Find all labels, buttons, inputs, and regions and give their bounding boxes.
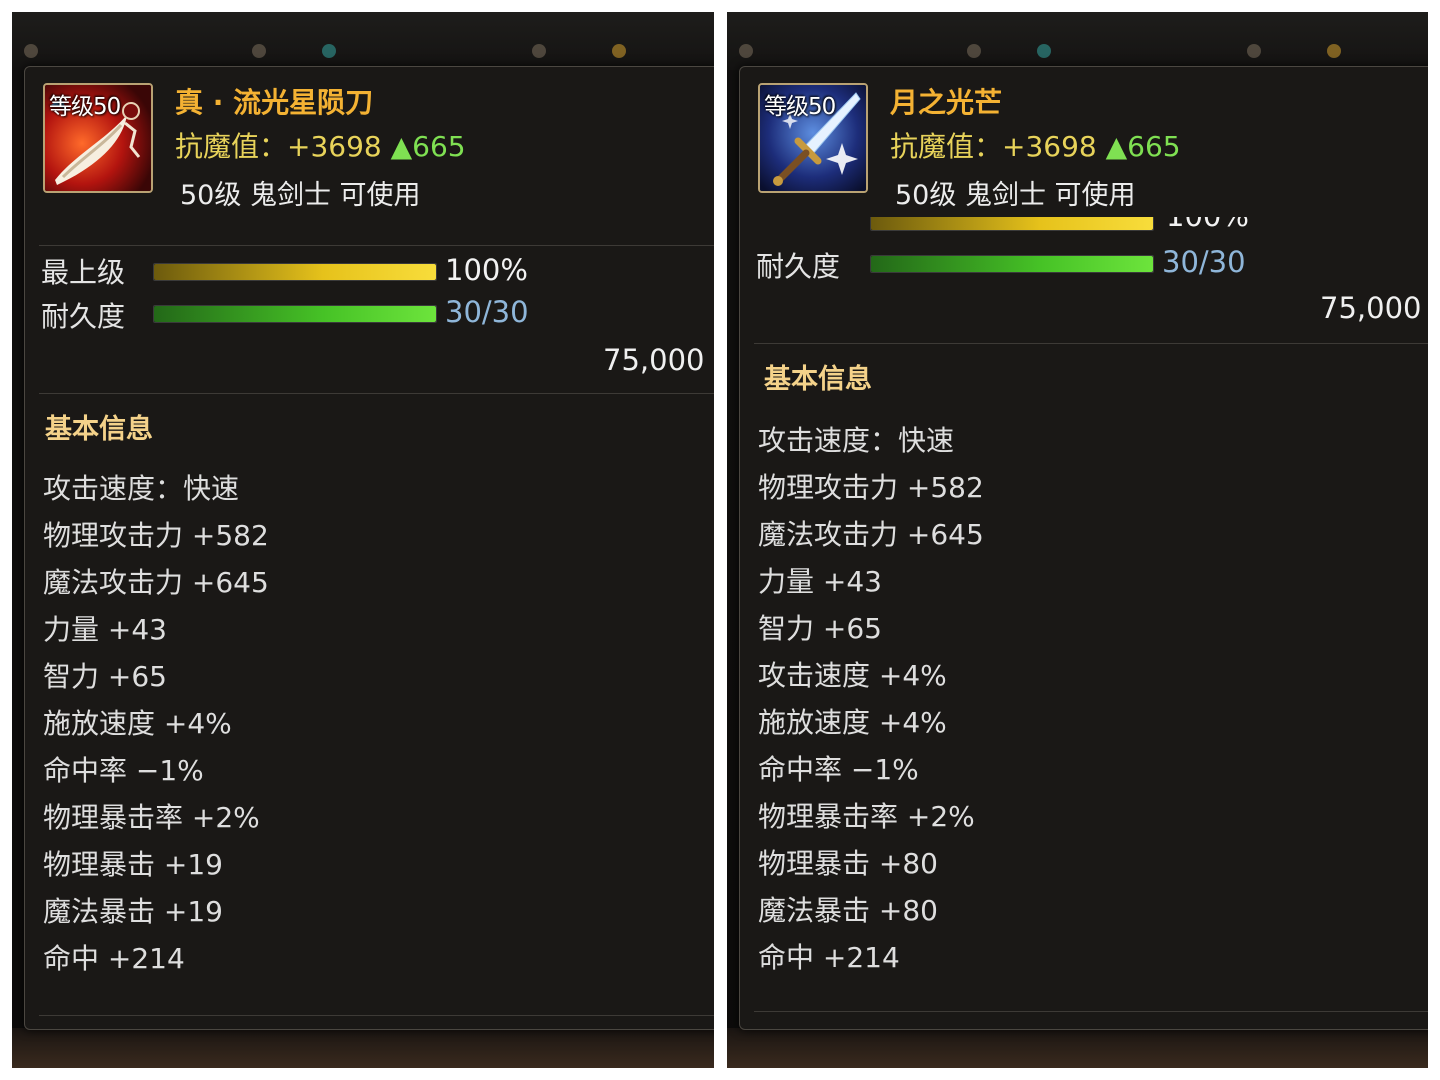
attribute-item: 攻击速度：快速: [43, 472, 240, 505]
price-value: 75,000: [1320, 291, 1422, 325]
divider: [754, 343, 1428, 344]
attribute-item: 攻击速度：快速: [758, 424, 955, 457]
durability-label: 耐久度: [756, 250, 841, 283]
divider: [754, 1011, 1428, 1012]
level-tag: 等级50: [764, 94, 836, 120]
grade-label: 最上级: [41, 256, 126, 289]
attribute-item: 魔法暴击 +80: [758, 894, 938, 927]
grade-value: 100%: [1166, 217, 1249, 231]
resist-increase: ▲665: [1105, 130, 1181, 163]
attribute-item: 物理暴击 +80: [758, 847, 938, 880]
attribute-item: 魔法攻击力 +645: [758, 518, 984, 551]
ornament-icon: [1327, 44, 1341, 58]
item-name: 真 · 流光星陨刀: [175, 86, 374, 119]
attribute-item: 命中 +214: [43, 942, 185, 975]
requirement-text: 50级 鬼剑士 可使用: [895, 180, 1136, 211]
attribute-item: 魔法攻击力 +645: [43, 566, 269, 599]
item-icon-frame[interactable]: 等级50: [43, 83, 153, 193]
attribute-list: 攻击速度：快速 物理攻击力 +582 魔法攻击力 +645 力量 +43 智力 …: [758, 417, 984, 981]
attribute-item: 物理暴击率 +2%: [43, 801, 260, 834]
item-tooltip: 等级50 真 · 流光星陨刀 抗魔值：+3698 ▲665 50级 鬼剑士 可使…: [24, 66, 714, 1030]
durability-label: 耐久度: [41, 300, 126, 333]
resist-stat: 抗魔值：+3698 ▲665: [890, 125, 1181, 165]
item-tooltip: 等级50 月之光芒 抗魔值：+3698 ▲665 50级 鬼剑士 可使用 100…: [739, 66, 1428, 1030]
item-name: 月之光芒: [890, 86, 1003, 119]
attribute-item: 物理暴击 +19: [43, 848, 223, 881]
price-value: 75,000: [603, 343, 705, 377]
attribute-item: 物理攻击力 +582: [43, 519, 269, 552]
attribute-item: 智力 +65: [758, 612, 882, 645]
right-screenshot: 等级50 月之光芒 抗魔值：+3698 ▲665 50级 鬼剑士 可使用 100…: [727, 12, 1428, 1068]
ornament-icon: [532, 44, 546, 58]
resist-stat: 抗魔值：+3698 ▲665: [175, 125, 466, 165]
grade-bar: [870, 217, 1154, 231]
left-screenshot: 等级50 真 · 流光星陨刀 抗魔值：+3698 ▲665 50级 鬼剑士 可使…: [12, 12, 714, 1068]
attribute-item: 力量 +43: [758, 565, 882, 598]
attribute-item: 命中率 −1%: [43, 754, 204, 787]
resist-increase: ▲665: [390, 130, 466, 163]
ornament-icon: [322, 44, 336, 58]
attribute-item: 施放速度 +4%: [758, 706, 947, 739]
divider: [39, 393, 714, 394]
ornament-icon: [612, 44, 626, 58]
grade-row-clipped: 100%: [756, 217, 1396, 231]
attribute-list: 攻击速度：快速 物理攻击力 +582 魔法攻击力 +645 力量 +43 智力 …: [43, 465, 269, 982]
ornament-icon: [1037, 44, 1051, 58]
ornament-icon: [1247, 44, 1261, 58]
resist-stat-label: 抗魔值：+3698: [890, 130, 1097, 163]
attribute-item: 物理暴击率 +2%: [758, 800, 975, 833]
grade-value: 100%: [445, 253, 528, 287]
game-bottom-bar: [12, 1028, 714, 1068]
ornament-icon: [24, 44, 38, 58]
game-top-bar: [727, 12, 1428, 70]
resist-stat-label: 抗魔值：+3698: [175, 130, 382, 163]
attribute-item: 魔法暴击 +19: [43, 895, 223, 928]
durability-bar-fill: [154, 306, 436, 322]
ornament-icon: [252, 44, 266, 58]
durability-bar-fill: [871, 256, 1153, 272]
section-title: 基本信息: [45, 414, 153, 445]
durability-bar: [870, 255, 1154, 273]
attribute-item: 物理攻击力 +582: [758, 471, 984, 504]
section-title: 基本信息: [764, 364, 872, 395]
durability-value: 30/30: [445, 295, 529, 329]
grade-bar-fill: [154, 264, 436, 280]
attribute-item: 命中 +214: [758, 941, 900, 974]
ornament-icon: [967, 44, 981, 58]
game-top-bar: [12, 12, 714, 70]
attribute-item: 命中率 −1%: [758, 753, 919, 786]
divider: [39, 1015, 714, 1016]
durability-bar: [153, 305, 437, 323]
attribute-item: 智力 +65: [43, 660, 167, 693]
attribute-item: 攻击速度 +4%: [758, 659, 947, 692]
attribute-item: 力量 +43: [43, 613, 167, 646]
grade-bar-fill: [871, 217, 1153, 230]
item-icon-frame[interactable]: 等级50: [758, 83, 868, 193]
attribute-item: 施放速度 +4%: [43, 707, 232, 740]
ornament-icon: [739, 44, 753, 58]
level-tag: 等级50: [49, 94, 121, 120]
requirement-text: 50级 鬼剑士 可使用: [180, 180, 421, 211]
grade-bar: [153, 263, 437, 281]
divider: [39, 245, 714, 246]
game-bottom-bar: [727, 1028, 1428, 1068]
durability-value: 30/30: [1162, 245, 1246, 279]
